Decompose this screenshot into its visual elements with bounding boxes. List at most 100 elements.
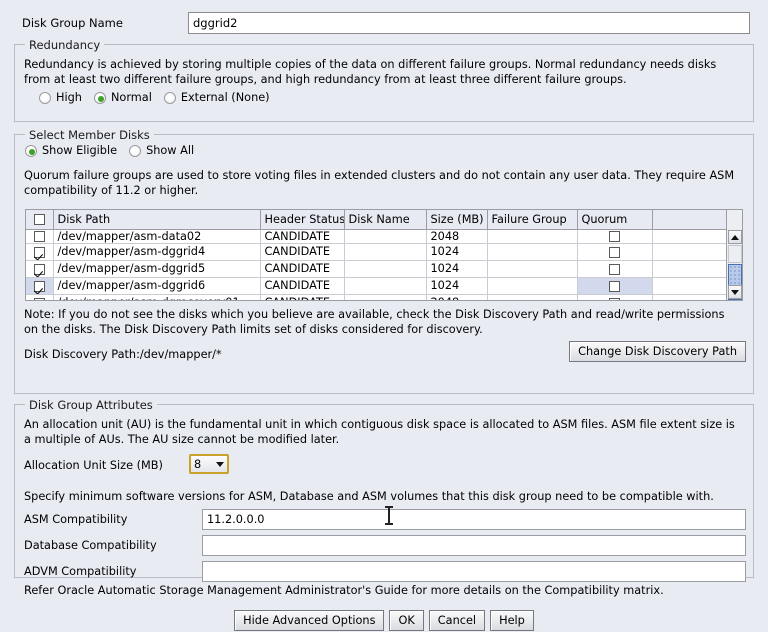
redundancy-description: Redundancy is achieved by storing multip… [24, 58, 717, 86]
column-header-filler [652, 210, 728, 230]
disk-filter-radio-group: Show Eligible Show All [25, 144, 206, 157]
table-row[interactable]: /dev/mapper/asm-dggrid6 CANDIDATE 1024 [26, 277, 728, 295]
disk-group-name-input[interactable]: dggrid2 [188, 12, 750, 34]
redundancy-option-external[interactable]: External (None) [163, 91, 270, 104]
column-header-size-mb[interactable]: Size (MB) [426, 210, 488, 230]
cell-disk-path: /dev/mapper/asm-dggrid6 [53, 277, 261, 295]
asm-compatibility-input[interactable]: 11.2.0.0.0 [202, 509, 746, 530]
filter-show-all-label: Show All [146, 144, 195, 157]
column-header-failure-group[interactable]: Failure Group [487, 210, 578, 230]
redundancy-group-title: Redundancy [25, 38, 105, 52]
dialog-button-bar: Hide Advanced Options OK Cancel Help [0, 610, 768, 631]
disk-discovery-path-label: Disk Discovery Path:/dev/mapper/* [24, 348, 222, 361]
disks-table: Disk Path Header Status Disk Name Size (… [26, 210, 728, 300]
cell-filler [652, 277, 728, 295]
cell-size-mb: 1024 [426, 277, 488, 295]
scroll-down-button[interactable] [728, 285, 742, 299]
row-select-cell[interactable] [26, 277, 54, 295]
allocation-unit-size-select[interactable]: 8 [189, 454, 229, 474]
advm-compatibility-row: ADVM Compatibility [24, 561, 746, 583]
select-member-disks-title: Select Member Disks [25, 128, 154, 142]
disk-group-attributes-group: Disk Group Attributes An allocation unit… [14, 398, 754, 597]
disk-group-name-row: Disk Group Name dggrid2 [0, 12, 768, 36]
table-header-row: Disk Path Header Status Disk Name Size (… [26, 210, 728, 230]
radio-icon [129, 144, 142, 157]
row-select-cell[interactable] [26, 243, 54, 261]
checkbox-icon[interactable] [609, 297, 620, 300]
column-header-disk-name[interactable]: Disk Name [344, 210, 427, 230]
chevron-down-icon [216, 461, 224, 467]
cell-header-status: CANDIDATE [260, 277, 345, 295]
checkbox-checked-icon[interactable] [33, 263, 45, 275]
checkbox-checked-icon[interactable] [33, 280, 45, 292]
redundancy-option-high-label: High [56, 91, 82, 104]
database-compatibility-input[interactable] [202, 535, 746, 556]
change-disk-discovery-path-button[interactable]: Change Disk Discovery Path [569, 341, 746, 362]
cell-quorum[interactable] [577, 243, 653, 261]
table-row[interactable]: /dev/mapper/asm-dgrecovery01 CANDIDATE 2… [26, 294, 728, 300]
checkbox-icon[interactable] [609, 246, 620, 258]
checkbox-icon[interactable] [609, 231, 620, 242]
checkbox-icon[interactable] [609, 280, 620, 292]
row-select-cell[interactable] [26, 260, 54, 278]
advm-compatibility-label: ADVM Compatibility [24, 565, 137, 578]
text-cursor-icon [385, 506, 393, 525]
cell-quorum[interactable] [577, 229, 653, 244]
table-row[interactable]: /dev/mapper/asm-dggrid5 CANDIDATE 1024 [26, 260, 728, 278]
cell-size-mb: 1024 [426, 243, 488, 261]
redundancy-option-normal-label: Normal [110, 91, 152, 104]
cell-disk-name [344, 229, 427, 244]
redundancy-radio-group: High Normal External (None) [39, 91, 282, 104]
select-all-header[interactable] [26, 210, 54, 230]
cell-quorum[interactable] [577, 260, 653, 278]
select-member-disks-group: Select Member Disks Show Eligible Show A… [14, 128, 754, 394]
cell-disk-name [344, 277, 427, 295]
table-vertical-scrollbar[interactable] [726, 210, 742, 300]
radio-selected-icon [93, 91, 106, 104]
allocation-unit-size-label: Allocation Unit Size (MB) [24, 459, 163, 472]
checkbox-icon[interactable] [33, 214, 45, 226]
disk-discovery-note: Note: If you do not see the disks which … [24, 308, 725, 336]
ok-button[interactable]: OK [389, 610, 424, 631]
checkbox-checked-icon[interactable] [33, 246, 45, 258]
cell-failure-group [487, 243, 578, 261]
cell-disk-path: /dev/mapper/asm-dggrid5 [53, 260, 261, 278]
table-row[interactable]: /dev/mapper/asm-dggrid4 CANDIDATE 1024 [26, 243, 728, 261]
table-row[interactable]: /dev/mapper/asm-data02 CANDIDATE 2048 [26, 229, 728, 244]
member-disks-table: Disk Path Header Status Disk Name Size (… [25, 209, 743, 301]
column-header-disk-path[interactable]: Disk Path [53, 210, 261, 230]
cell-size-mb: 2048 [426, 294, 488, 300]
checkbox-icon[interactable] [33, 231, 45, 242]
hide-advanced-options-button[interactable]: Hide Advanced Options [234, 610, 385, 631]
allocation-unit-size-value: 8 [194, 457, 202, 471]
allocation-unit-description: An allocation unit (AU) is the fundament… [24, 418, 735, 446]
cell-header-status: CANDIDATE [260, 229, 345, 244]
cell-failure-group [487, 260, 578, 278]
cell-quorum[interactable] [577, 294, 653, 300]
redundancy-option-normal[interactable]: Normal [93, 91, 152, 104]
checkbox-icon[interactable] [609, 263, 620, 275]
cell-filler [652, 229, 728, 244]
advm-compatibility-input[interactable] [202, 561, 746, 582]
cell-header-status: CANDIDATE [260, 260, 345, 278]
row-select-cell[interactable] [26, 294, 54, 300]
column-header-header-status[interactable]: Header Status [260, 210, 345, 230]
cell-disk-path: /dev/mapper/asm-data02 [53, 229, 261, 244]
cell-quorum[interactable] [577, 277, 653, 295]
scrollbar-track[interactable] [728, 245, 742, 263]
cell-failure-group [487, 294, 578, 300]
column-header-quorum[interactable]: Quorum [577, 210, 653, 230]
cancel-button[interactable]: Cancel [428, 610, 486, 631]
disks-table-body: /dev/mapper/asm-data02 CANDIDATE 2048 /d… [26, 229, 728, 300]
row-select-cell[interactable] [26, 229, 54, 244]
filter-show-eligible[interactable]: Show Eligible [25, 144, 117, 157]
checkbox-icon[interactable] [33, 297, 45, 300]
disk-group-attributes-title: Disk Group Attributes [25, 398, 157, 412]
redundancy-option-high[interactable]: High [39, 91, 82, 104]
quorum-description: Quorum failure groups are used to store … [24, 169, 735, 197]
filter-show-all[interactable]: Show All [129, 144, 194, 157]
cell-size-mb: 2048 [426, 229, 488, 244]
help-button[interactable]: Help [490, 610, 534, 631]
scroll-up-button[interactable] [728, 230, 742, 244]
compatibility-refer-note: Refer Oracle Automatic Storage Managemen… [24, 584, 664, 597]
